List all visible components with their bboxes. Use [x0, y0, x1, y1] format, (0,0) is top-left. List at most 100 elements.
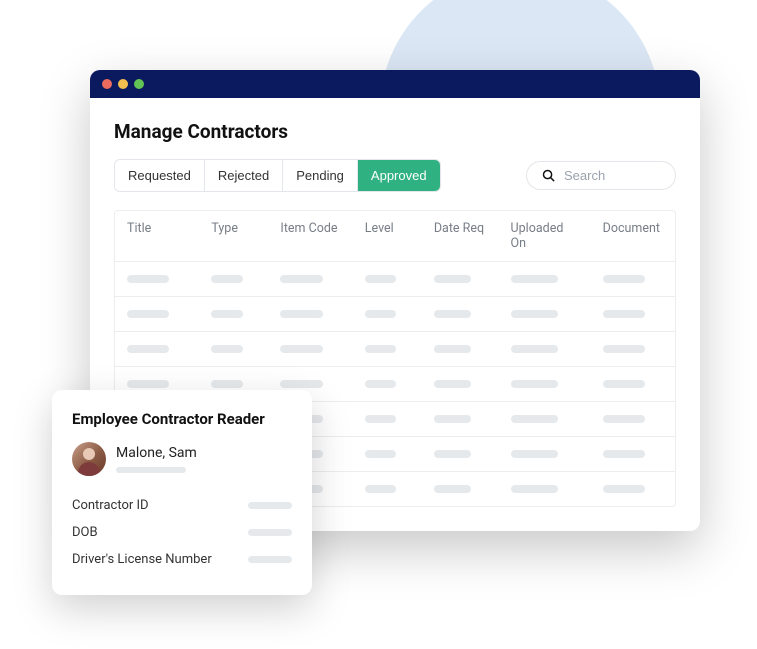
skeleton-placeholder [127, 345, 169, 353]
close-icon[interactable] [102, 79, 112, 89]
table-cell [499, 262, 591, 296]
table-row[interactable] [115, 297, 675, 332]
col-title: Title [115, 211, 199, 261]
table-cell [353, 332, 422, 366]
table-cell [499, 402, 591, 436]
table-cell [499, 367, 591, 401]
skeleton-placeholder [511, 415, 559, 423]
skeleton-placeholder [434, 485, 471, 493]
table-cell [591, 472, 675, 506]
search-input[interactable] [564, 168, 661, 183]
skeleton-placeholder [603, 485, 645, 493]
table-cell [115, 332, 199, 366]
search-icon [541, 168, 556, 183]
field-value-placeholder [248, 502, 292, 509]
field-row: Contractor ID [72, 492, 292, 519]
table-cell [353, 437, 422, 471]
skeleton-placeholder [211, 275, 243, 283]
table-cell [591, 332, 675, 366]
skeleton-placeholder [211, 345, 243, 353]
table-cell [499, 437, 591, 471]
table-cell [422, 262, 499, 296]
field-label: Contractor ID [72, 498, 149, 513]
skeleton-placeholder [434, 310, 471, 318]
col-item-code: Item Code [268, 211, 352, 261]
table-cell [591, 262, 675, 296]
skeleton-placeholder [511, 345, 559, 353]
profile-info: Malone, Sam [116, 445, 197, 473]
skeleton-placeholder [603, 275, 645, 283]
table-cell [422, 402, 499, 436]
table-cell [353, 472, 422, 506]
skeleton-placeholder [127, 275, 169, 283]
table-cell [115, 262, 199, 296]
table-cell [591, 297, 675, 331]
col-uploaded-on: Uploaded On [499, 211, 591, 261]
table-cell [268, 297, 352, 331]
table-cell [499, 297, 591, 331]
table-cell [353, 297, 422, 331]
skeleton-placeholder [434, 450, 471, 458]
tab-approved[interactable]: Approved [358, 160, 440, 191]
skeleton-placeholder [127, 310, 169, 318]
skeleton-placeholder [280, 310, 322, 318]
profile-meta-placeholder [116, 467, 186, 473]
col-type: Type [199, 211, 268, 261]
contractor-reader-card: Employee Contractor Reader Malone, Sam C… [52, 390, 312, 595]
table-cell [422, 297, 499, 331]
skeleton-placeholder [434, 345, 471, 353]
skeleton-placeholder [603, 310, 645, 318]
tab-rejected[interactable]: Rejected [205, 160, 283, 191]
table-cell [353, 367, 422, 401]
table-cell [268, 332, 352, 366]
table-cell [353, 402, 422, 436]
tab-requested[interactable]: Requested [115, 160, 205, 191]
table-cell [199, 332, 268, 366]
table-cell [199, 262, 268, 296]
skeleton-placeholder [511, 380, 559, 388]
profile-section: Malone, Sam [72, 442, 292, 476]
maximize-icon[interactable] [134, 79, 144, 89]
page-title: Manage Contractors [114, 120, 676, 143]
table-cell [499, 472, 591, 506]
skeleton-placeholder [434, 415, 471, 423]
search-box[interactable] [526, 161, 676, 190]
table-cell [591, 437, 675, 471]
table-row[interactable] [115, 332, 675, 367]
field-label: Driver's License Number [72, 552, 212, 567]
skeleton-placeholder [511, 310, 559, 318]
col-document: Document [591, 211, 675, 261]
table-row[interactable] [115, 262, 675, 297]
skeleton-placeholder [365, 275, 397, 283]
skeleton-placeholder [127, 380, 169, 388]
skeleton-placeholder [603, 450, 645, 458]
minimize-icon[interactable] [118, 79, 128, 89]
skeleton-placeholder [211, 380, 243, 388]
skeleton-placeholder [280, 345, 322, 353]
skeleton-placeholder [365, 450, 397, 458]
table-cell [422, 472, 499, 506]
avatar [72, 442, 106, 476]
table-header: Title Type Item Code Level Date Req Uplo… [115, 211, 675, 262]
field-value-placeholder [248, 556, 292, 563]
skeleton-placeholder [365, 485, 397, 493]
skeleton-placeholder [434, 275, 471, 283]
card-title: Employee Contractor Reader [72, 410, 292, 428]
skeleton-placeholder [365, 380, 397, 388]
window-titlebar [90, 70, 700, 98]
card-fields: Contractor ID DOB Driver's License Number [72, 492, 292, 573]
profile-name: Malone, Sam [116, 445, 197, 461]
table-cell [422, 332, 499, 366]
skeleton-placeholder [511, 485, 559, 493]
table-cell [268, 262, 352, 296]
toolbar: Requested Rejected Pending Approved [114, 159, 676, 192]
skeleton-placeholder [603, 380, 645, 388]
field-row: DOB [72, 519, 292, 546]
skeleton-placeholder [603, 415, 645, 423]
skeleton-placeholder [280, 275, 322, 283]
skeleton-placeholder [365, 345, 397, 353]
table-cell [591, 367, 675, 401]
tab-pending[interactable]: Pending [283, 160, 358, 191]
skeleton-placeholder [365, 310, 397, 318]
field-value-placeholder [248, 529, 292, 536]
